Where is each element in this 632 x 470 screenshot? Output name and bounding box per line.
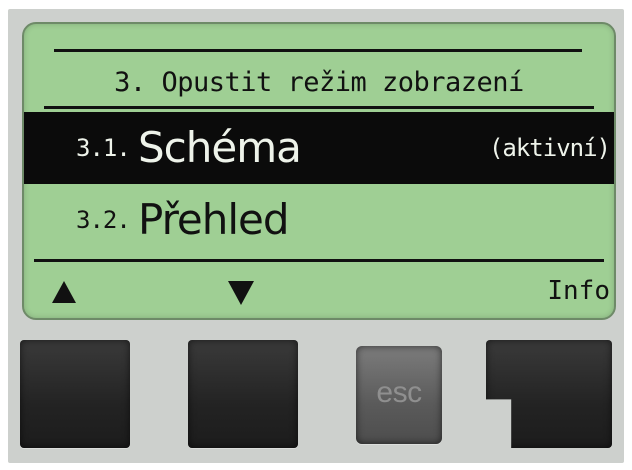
menu-item-label: Přehled (138, 195, 290, 244)
menu-item-label: Schéma (138, 123, 302, 172)
menu-title: 3. Opustit režim zobrazení (114, 67, 524, 98)
arrow-up-icon[interactable] (52, 281, 76, 303)
controller-device: 3. Opustit režim zobrazení 3.1. Schéma (… (8, 9, 624, 463)
menu-item-schema[interactable]: 3.1. Schéma (aktivní) (24, 112, 614, 184)
down-button[interactable] (188, 340, 298, 448)
softkey-bar: Info (24, 264, 614, 318)
title-divider (44, 106, 594, 109)
lcd-display: 3. Opustit režim zobrazení 3.1. Schéma (… (22, 22, 616, 320)
info-button[interactable] (486, 340, 612, 448)
up-button[interactable] (20, 340, 130, 448)
top-divider (54, 49, 582, 52)
softkey-divider (34, 259, 604, 262)
menu-item-prehled[interactable]: 3.2. Přehled (24, 184, 614, 256)
active-badge: (aktivní) (488, 134, 611, 162)
menu-item-number: 3.2. (76, 206, 131, 234)
esc-button[interactable]: esc (356, 346, 442, 444)
arrow-down-icon[interactable] (228, 281, 254, 305)
esc-label: esc (376, 376, 422, 409)
menu-item-number: 3.1. (76, 134, 131, 162)
info-softkey[interactable]: Info (547, 264, 610, 318)
